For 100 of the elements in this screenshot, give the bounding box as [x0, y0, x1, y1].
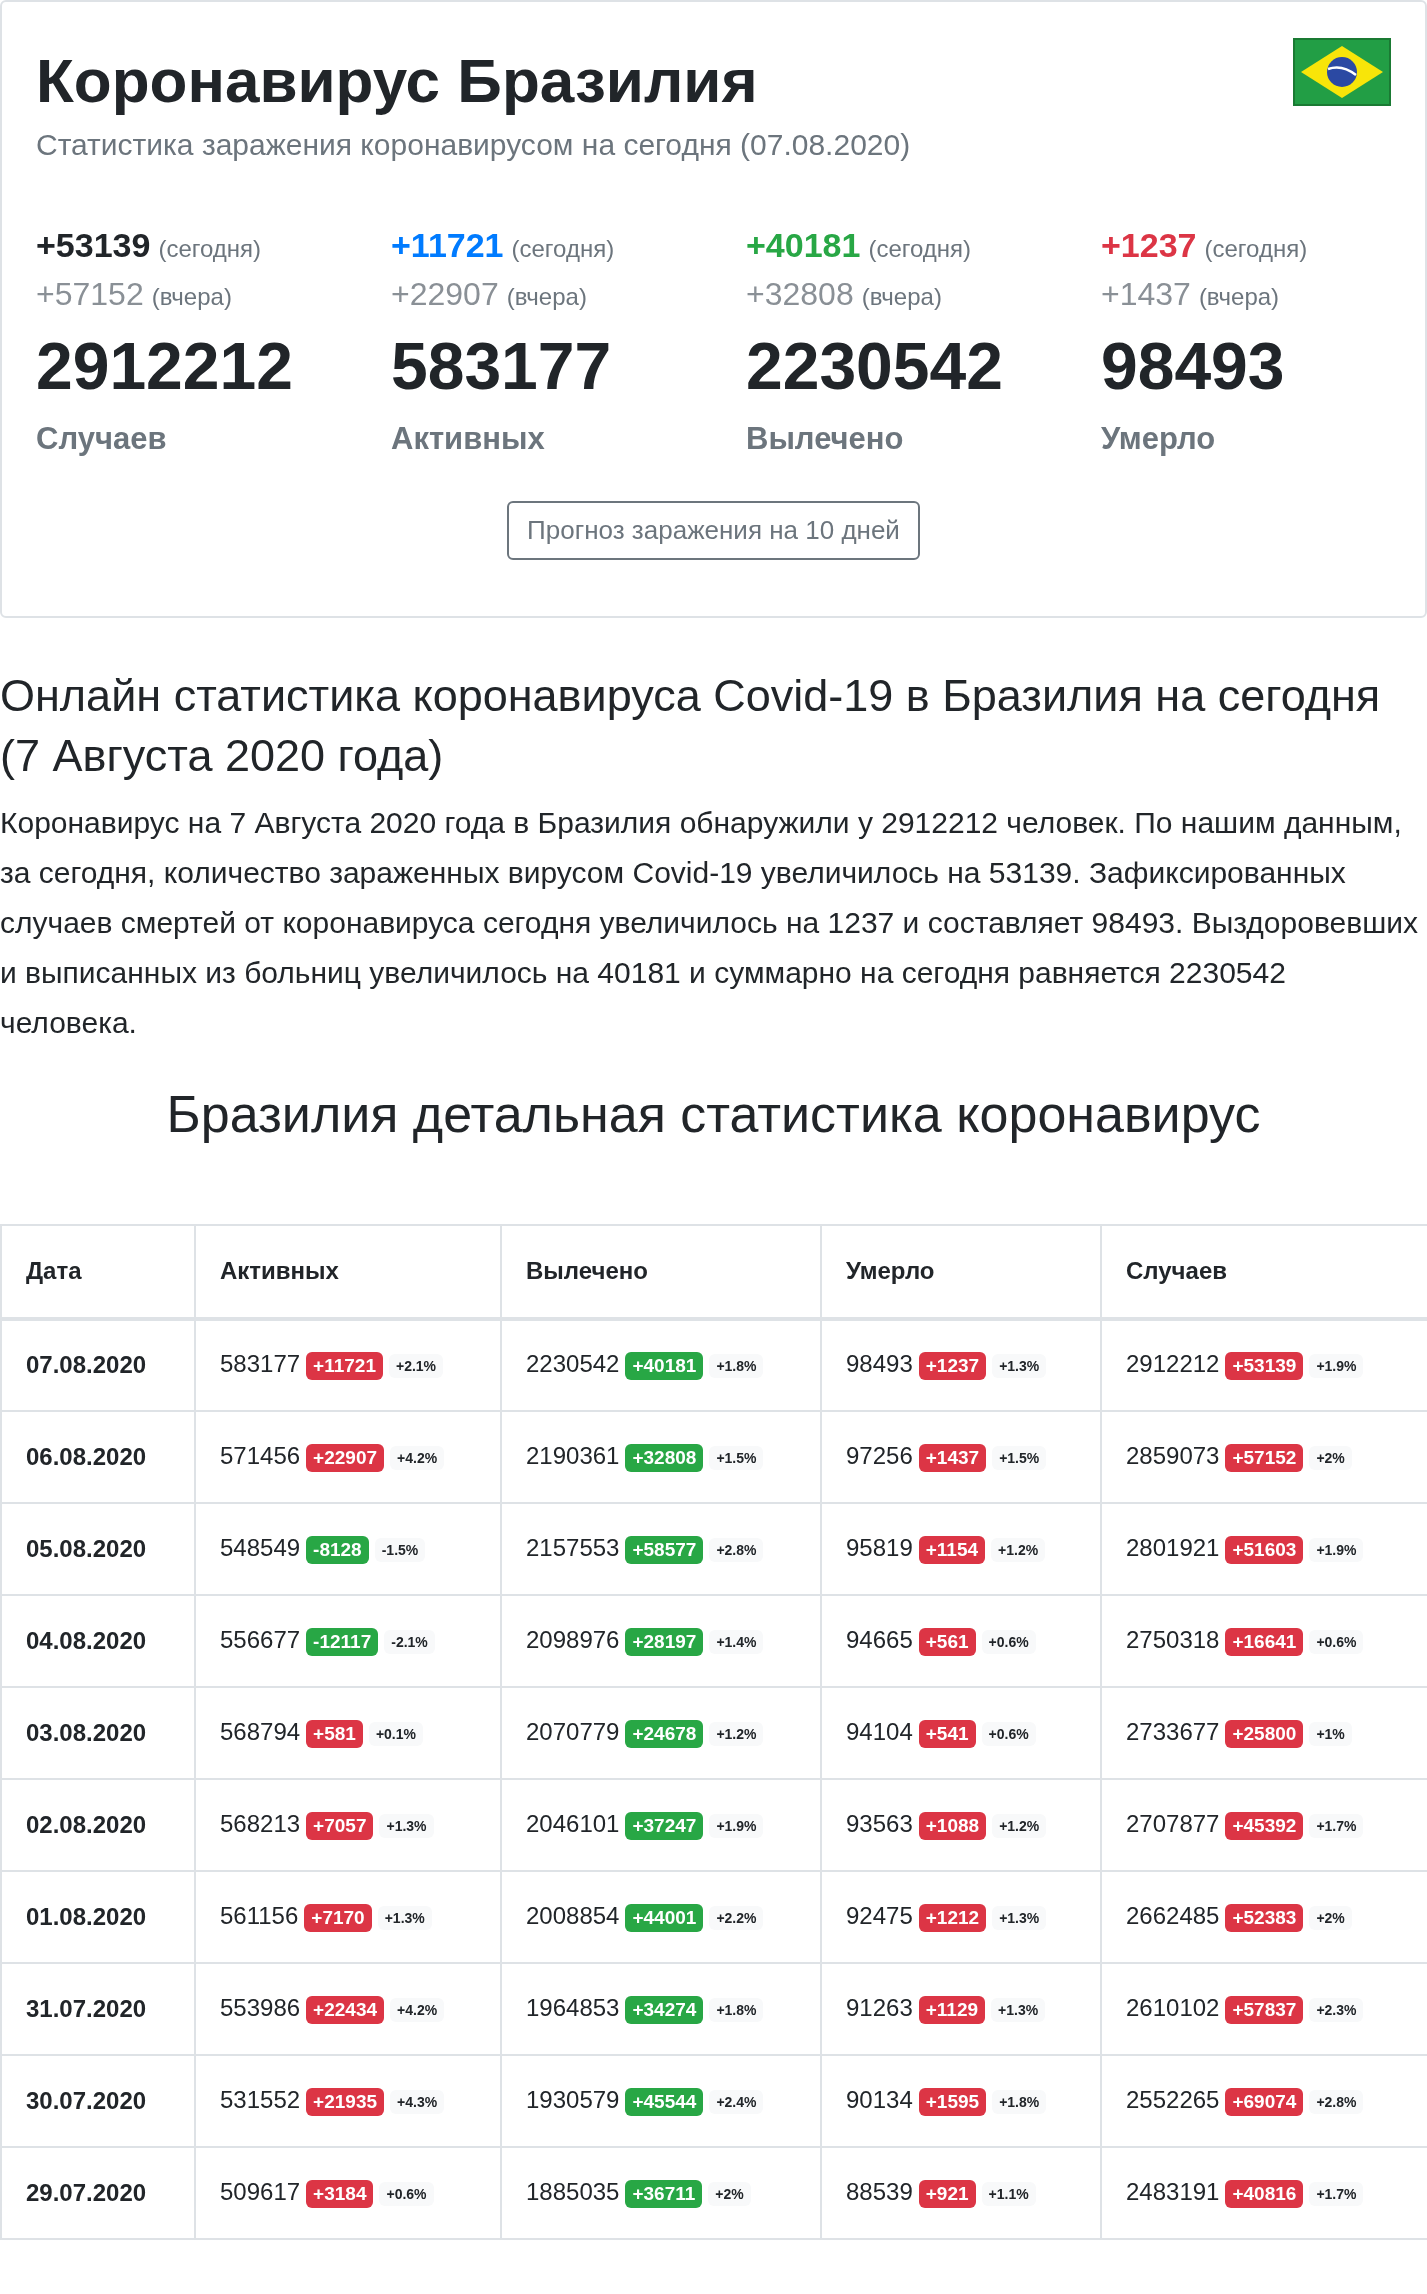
percent-badge: +1.1%: [981, 2181, 1036, 2206]
date-cell: 06.08.2020: [1, 1410, 195, 1503]
value-text: 98493: [846, 1350, 913, 1378]
value-text: 568213: [220, 1809, 301, 1837]
stat-label: Случаев: [36, 421, 168, 457]
change-badge: +7170: [304, 1903, 372, 1932]
change-badge: +1154: [918, 1535, 986, 1564]
value-text: 1885035: [526, 2177, 620, 2205]
value-text: 2190361: [526, 1441, 620, 1469]
percent-badge: +4.3%: [390, 2089, 445, 2114]
percent-badge: +0.6%: [1309, 1629, 1364, 1654]
yesterday-label: (вчера): [506, 283, 587, 312]
change-badge: -8128: [306, 1535, 369, 1564]
yesterday-change: +32808: [746, 276, 854, 314]
yesterday-change: +1437: [1101, 276, 1191, 314]
date-cell: 03.08.2020: [1, 1686, 195, 1779]
value-text: 568794: [220, 1717, 301, 1745]
change-badge: +69074: [1225, 2087, 1304, 2116]
column-header: Дата: [1, 1224, 195, 1319]
today-label: (сегодня): [1204, 235, 1308, 264]
percent-badge: +1%: [1309, 1721, 1352, 1746]
change-badge: +34274: [625, 1995, 704, 2024]
date-cell: 05.08.2020: [1, 1502, 195, 1595]
change-badge: +24678: [625, 1719, 704, 1748]
change-badge: +53139: [1225, 1352, 1304, 1380]
change-badge: +51603: [1225, 1535, 1304, 1564]
value-text: 556677: [220, 1625, 301, 1653]
value-text: 1930579: [526, 2085, 620, 2113]
yesterday-label: (вчера): [1198, 283, 1280, 312]
value-text: 92475: [846, 1901, 913, 1929]
percent-badge: +4.2%: [390, 1445, 445, 1470]
percent-badge: +1.2%: [991, 1537, 1046, 1562]
value-text: 2157553: [526, 1533, 620, 1561]
yesterday-change: +57152: [36, 276, 144, 314]
value-text: 2483191: [1126, 2177, 1220, 2205]
value-text: 93563: [846, 1809, 913, 1837]
percent-badge: +1.3%: [377, 1905, 432, 1930]
yesterday-label: (вчера): [861, 283, 942, 312]
percent-badge: +2.3%: [1309, 1997, 1364, 2022]
value-text: 2046101: [526, 1809, 620, 1837]
value-text: 1964853: [526, 1993, 620, 2021]
stat-total: 98493: [1101, 330, 1286, 403]
forecast-button[interactable]: Прогноз заражения на 10 дней: [507, 501, 920, 560]
percent-badge: +1.9%: [709, 1813, 764, 1838]
value-text: 548549: [220, 1533, 301, 1561]
percent-badge: +2.4%: [709, 2089, 764, 2114]
percent-badge: +1.2%: [709, 1721, 764, 1746]
change-badge: +36711: [625, 2179, 703, 2208]
stat-total: 2912212: [36, 330, 294, 403]
percent-badge: +2.8%: [1309, 2089, 1364, 2114]
change-badge: +22907: [306, 1443, 385, 1472]
today-change: +1237: [1101, 226, 1197, 266]
date-cell: 01.08.2020: [1, 1870, 195, 1963]
value-text: 2662485: [1126, 1901, 1220, 1929]
change-badge: +1595: [918, 2087, 987, 2116]
value-text: 2801921: [1126, 1533, 1220, 1561]
today-change: +53139: [36, 226, 151, 266]
percent-badge: +1.5%: [992, 1445, 1047, 1470]
today-label: (сегодня): [868, 235, 972, 264]
change-badge: +57152: [1225, 1443, 1304, 1472]
change-badge: +1088: [918, 1811, 987, 1840]
change-badge: +28197: [625, 1627, 704, 1656]
today-change: +11721: [391, 226, 504, 266]
change-badge: +52383: [1225, 1903, 1304, 1932]
change-badge: +1237: [918, 1352, 987, 1380]
percent-badge: +1.3%: [992, 1905, 1047, 1930]
date-cell: 02.08.2020: [1, 1778, 195, 1871]
percent-badge: -2.1%: [384, 1629, 435, 1654]
value-text: 95819: [846, 1533, 913, 1561]
percent-badge: +0.6%: [981, 1629, 1036, 1654]
value-text: 561156: [220, 1901, 299, 1929]
percent-badge: +1.7%: [1309, 2181, 1364, 2206]
today-label: (сегодня): [158, 235, 262, 264]
change-badge: +3184: [306, 2179, 374, 2208]
value-text: 91263: [846, 1993, 913, 2021]
percent-badge: +2%: [708, 2181, 751, 2206]
value-text: 2750318: [1126, 1625, 1220, 1653]
yesterday-change: +22907: [391, 276, 499, 314]
change-badge: +921: [918, 2179, 976, 2208]
column-header: Активных: [195, 1224, 501, 1319]
column-header: Умерло: [821, 1224, 1101, 1319]
today-label: (сегодня): [511, 235, 615, 264]
value-text: 2552265: [1126, 2085, 1220, 2113]
percent-badge: +1.3%: [379, 1813, 434, 1838]
change-badge: +1437: [918, 1443, 987, 1472]
percent-badge: +1.7%: [1309, 1813, 1364, 1838]
article-heading: Онлайн статистика коронавируса Covid-19 в Бразилия на сегодня (7 Августа 2020 года): [0, 669, 1382, 783]
subtitle: Статистика заражения коронавирусом на сегодня (07.08.2020): [36, 128, 911, 163]
change-badge: +44001: [625, 1903, 704, 1932]
date-cell: 07.08.2020: [1, 1318, 195, 1411]
change-badge: +45392: [1225, 1811, 1304, 1840]
change-badge: +16641: [1225, 1627, 1304, 1656]
percent-badge: +1.9%: [1309, 1537, 1364, 1562]
change-badge: +32808: [625, 1443, 704, 1472]
change-badge: +7057: [306, 1811, 374, 1840]
percent-badge: +2%: [1309, 1445, 1352, 1470]
value-text: 2733677: [1126, 1717, 1220, 1745]
change-badge: -12117: [306, 1627, 379, 1656]
change-badge: +1212: [918, 1903, 987, 1932]
change-badge: +21935: [306, 2087, 385, 2116]
